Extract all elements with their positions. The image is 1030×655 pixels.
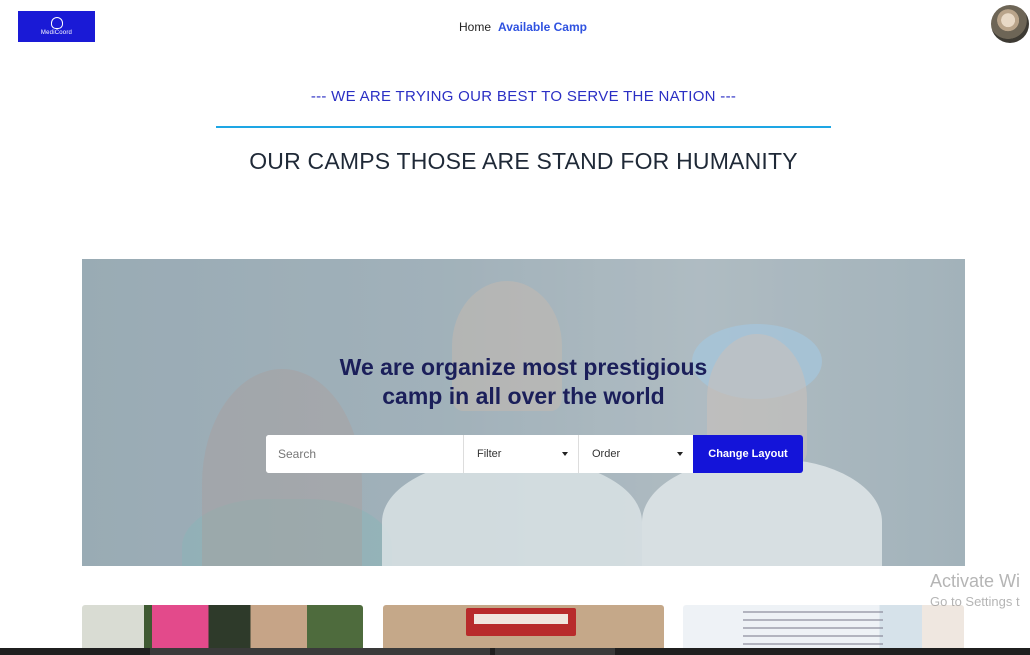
watermark-line-2: Go to Settings t	[930, 594, 1020, 609]
order-select[interactable]: Order	[578, 435, 693, 473]
watermark-line-1: Activate Wi	[930, 571, 1021, 591]
taskbar-segment	[150, 648, 490, 655]
caduceus-icon	[50, 17, 63, 29]
windows-activation-watermark: Activate Wi Go to Settings t	[930, 571, 1020, 609]
page-tagline: --- WE ARE TRYING OUR BEST TO SERVE THE …	[310, 88, 737, 105]
nav-home-link[interactable]: Home	[459, 20, 491, 34]
user-avatar[interactable]	[991, 5, 1029, 43]
filter-select-label: Filter	[477, 448, 502, 460]
chevron-down-icon	[562, 452, 568, 456]
order-select-label: Order	[592, 448, 621, 460]
taskbar-segment	[495, 648, 615, 655]
hero-title-line-1: We are organize most prestigious	[339, 354, 708, 380]
main-nav: Home Available Camp	[459, 20, 587, 34]
search-toolbar: Filter Order Change Layout	[266, 435, 803, 473]
brand-name: MediCoord	[40, 30, 73, 36]
page-title: OUR CAMPS THOSE ARE STAND FOR HUMANITY	[249, 148, 798, 174]
taskbar	[0, 648, 1030, 655]
search-input[interactable]	[266, 435, 463, 473]
banner-sign-graphic	[466, 608, 576, 636]
filter-select[interactable]: Filter	[463, 435, 578, 473]
hero-title-line-2: camp in all over the world	[382, 383, 665, 409]
nav-available-camp-link[interactable]: Available Camp	[498, 20, 587, 34]
chevron-down-icon	[677, 452, 683, 456]
hero-banner: We are organize most prestigious camp in…	[82, 259, 965, 566]
brand-logo[interactable]: MediCoord	[18, 11, 95, 42]
hero-overlay	[82, 259, 965, 566]
banner-text-graphic	[743, 611, 883, 651]
hero-title: We are organize most prestigious camp in…	[82, 353, 965, 411]
heading-divider	[216, 126, 831, 128]
change-layout-button[interactable]: Change Layout	[693, 435, 803, 473]
